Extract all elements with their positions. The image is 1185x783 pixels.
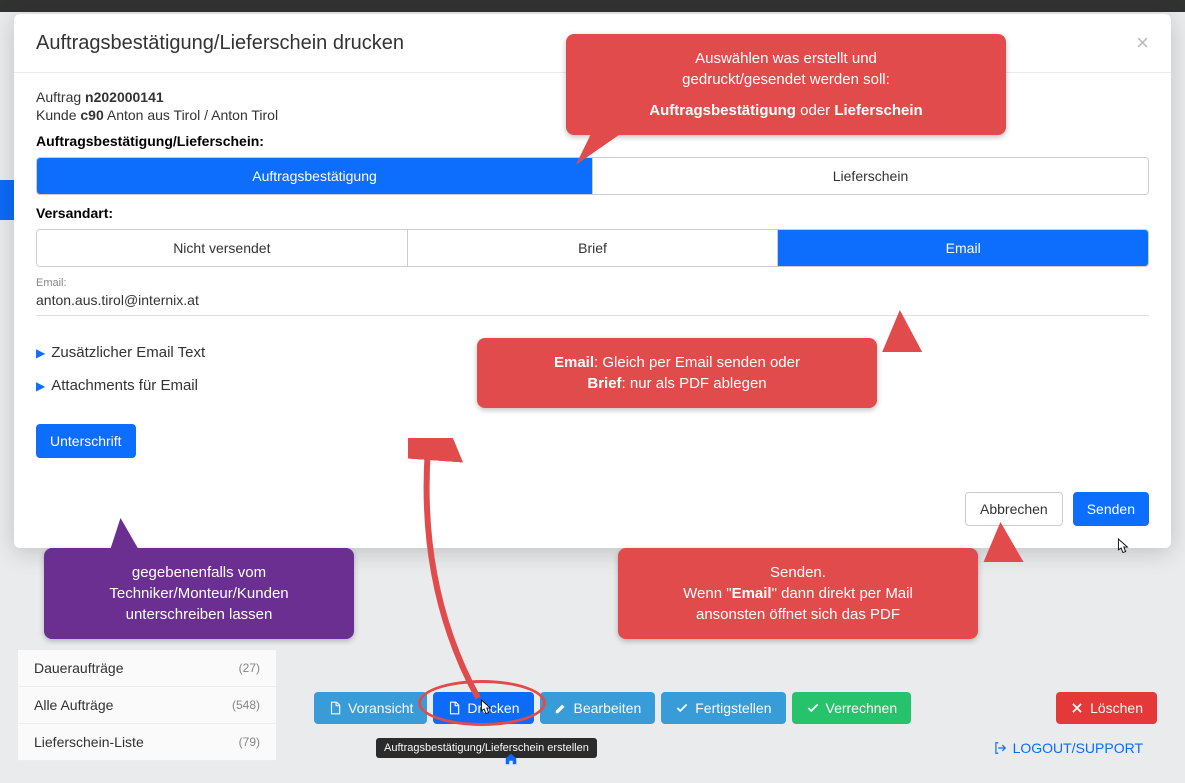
shipmethod-email-button[interactable]: Email [777, 230, 1148, 266]
modal-title: Auftragsbestätigung/Lieferschein drucken [36, 32, 404, 55]
callout-send: Senden. Wenn "Email" dann direkt per Mai… [618, 548, 978, 639]
doctype-delivery-button[interactable]: Lieferschein [592, 158, 1148, 194]
email-input[interactable] [36, 289, 1149, 311]
modal-close-button[interactable]: × [1136, 30, 1149, 56]
callout-signature: gegebenenfalls vom Techniker/Monteur/Kun… [44, 548, 354, 639]
chevron-right-icon: ▶ [36, 379, 45, 393]
shipmethod-segment: Nicht versendet Brief Email [36, 229, 1149, 267]
email-label: Email: [36, 277, 1149, 289]
doctype-confirm-button[interactable]: Auftragsbestätigung [37, 158, 592, 194]
signature-button[interactable]: Unterschrift [36, 424, 136, 458]
callout-doctype: Auswählen was erstellt und gedruckt/gese… [566, 34, 1006, 135]
shipmethod-label: Versandart: [36, 205, 1149, 221]
modal-actions: Abbrechen Senden [36, 492, 1149, 526]
cancel-button[interactable]: Abbrechen [965, 492, 1063, 526]
chevron-right-icon: ▶ [36, 346, 45, 360]
send-button[interactable]: Senden [1073, 492, 1149, 526]
shipmethod-none-button[interactable]: Nicht versendet [37, 230, 407, 266]
callout-shipmethod: Email: Gleich per Email senden oder Brie… [477, 338, 877, 408]
email-field-wrap: Email: [36, 277, 1149, 316]
shipmethod-letter-button[interactable]: Brief [407, 230, 778, 266]
